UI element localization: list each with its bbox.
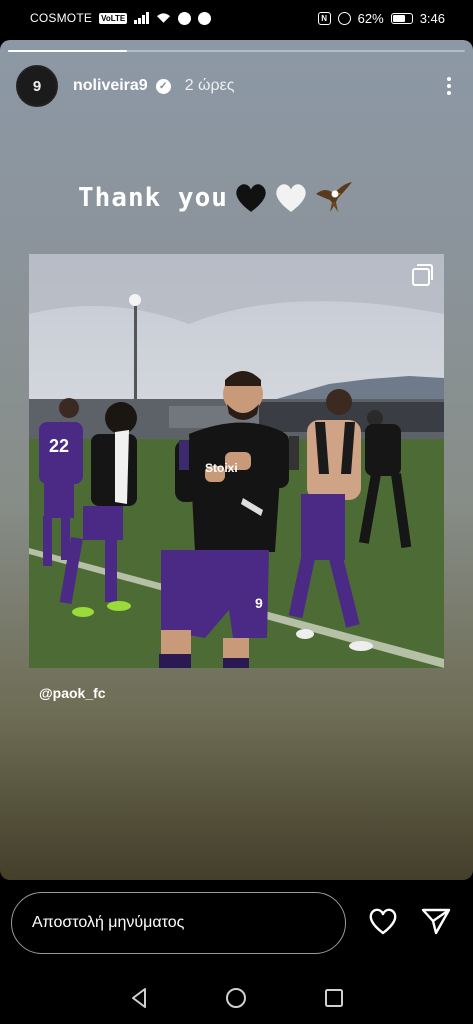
reply-message-input[interactable]: Αποστολή μηνύματος <box>11 892 346 954</box>
verified-icon: ✓ <box>155 78 171 94</box>
svg-text:9: 9 <box>255 595 263 611</box>
home-icon[interactable] <box>224 986 248 1010</box>
story-progress-fill <box>8 50 127 52</box>
time-ago: 2 ώρες <box>184 77 235 94</box>
messenger-icon <box>178 11 192 25</box>
alarm-icon <box>337 11 351 25</box>
svg-text:22: 22 <box>49 436 69 456</box>
clock: 3:46 <box>419 10 445 26</box>
status-bar: COSMOTE VoLTE N 62% 3:46 <box>0 0 473 36</box>
viber-icon <box>198 11 212 25</box>
system-nav-bar <box>0 972 473 1024</box>
mention-tag[interactable]: @paok_fc <box>39 685 106 701</box>
username[interactable]: noliveira9 <box>73 77 148 95</box>
caption-text: Thank you <box>78 183 228 213</box>
battery-icon <box>390 12 413 24</box>
story-photo: 22 Stoixi 9 <box>29 254 444 668</box>
wifi-icon <box>157 13 171 23</box>
battery-percent: 62% <box>357 10 384 26</box>
football-celebration-photo: 22 Stoixi 9 <box>29 254 444 668</box>
white-heart-icon <box>276 184 306 212</box>
svg-text:Stoixi: Stoixi <box>205 461 238 475</box>
carrier-label: COSMOTE <box>30 11 93 25</box>
more-options-icon[interactable] <box>441 73 457 99</box>
avatar-number: 9 <box>32 77 42 95</box>
heart-like-icon[interactable] <box>367 906 399 936</box>
eagle-icon <box>315 182 352 212</box>
recents-icon[interactable] <box>322 986 346 1010</box>
multiple-photos-icon <box>412 264 433 286</box>
story-progress-bar <box>8 50 465 52</box>
story-header: 9 noliveira9 ✓ 2 ώρες <box>16 64 457 108</box>
reply-placeholder: Αποστολή μηνύματος <box>32 914 185 931</box>
send-icon[interactable] <box>420 906 452 936</box>
story-viewer[interactable]: 9 noliveira9 ✓ 2 ώρες Thank you 22 Stoix… <box>0 40 473 880</box>
volte-badge: VoLTE <box>99 12 128 24</box>
story-caption: Thank you <box>78 180 354 216</box>
black-heart-icon <box>236 184 266 212</box>
back-icon[interactable] <box>127 986 151 1010</box>
nfc-icon: N <box>317 11 331 25</box>
signal-icon <box>134 12 150 24</box>
avatar[interactable]: 9 <box>16 65 58 107</box>
